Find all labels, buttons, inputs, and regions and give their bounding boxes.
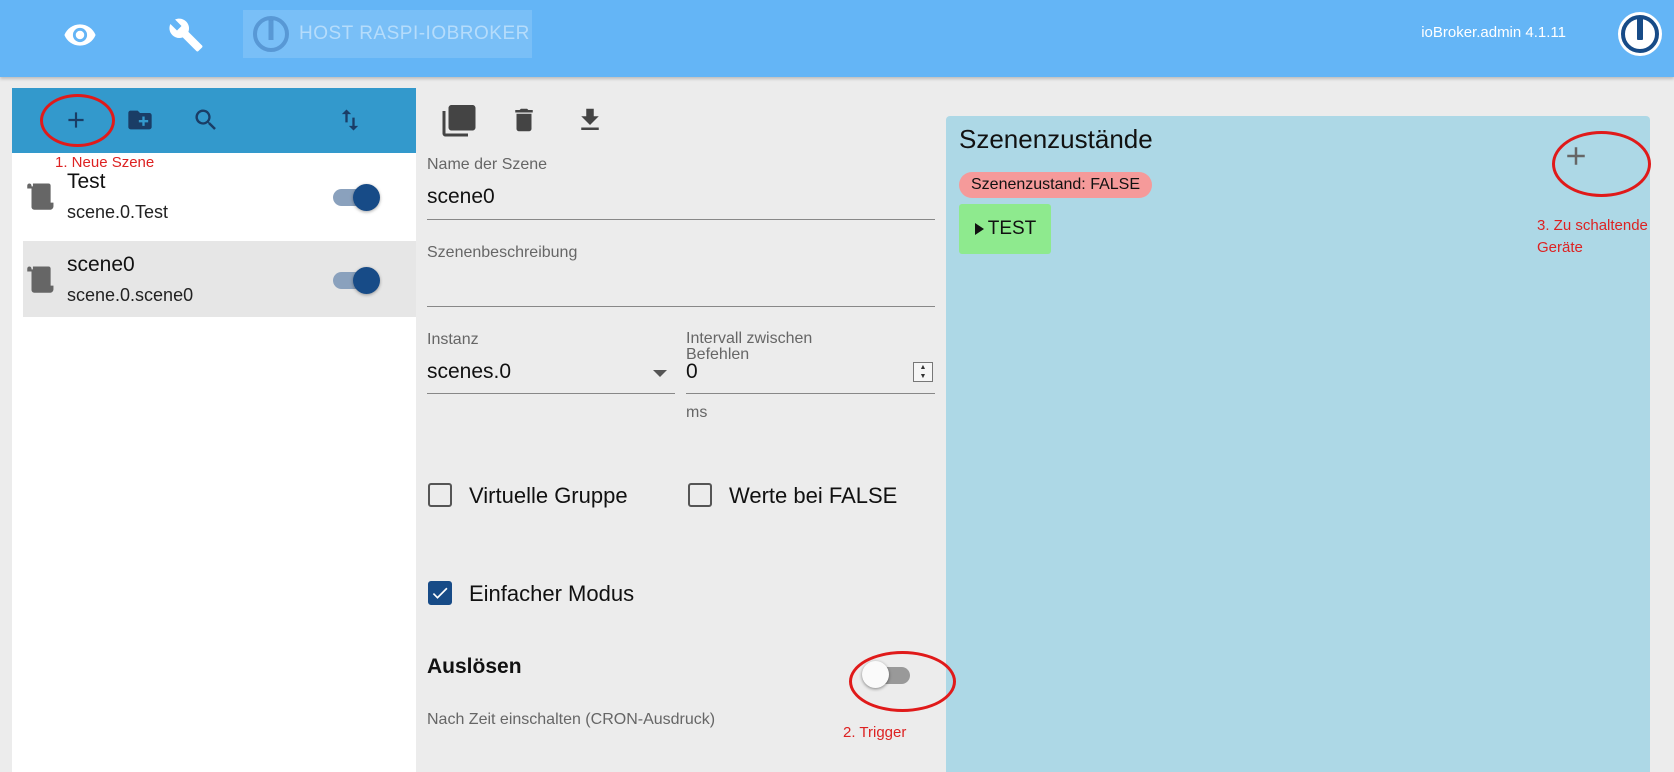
eye-icon[interactable] <box>57 12 103 58</box>
simple-mode-checkbox[interactable] <box>428 581 452 605</box>
interval-label: Intervall zwischen Befehlen <box>686 330 813 363</box>
scene-id: scene.0.scene0 <box>67 285 194 305</box>
instance-select[interactable]: scenes.0 <box>427 360 511 384</box>
delete-scene-button[interactable] <box>504 100 544 140</box>
iobroker-logo-icon <box>253 16 289 52</box>
trigger-heading: Auslösen <box>427 655 522 678</box>
values-on-false-label: Werte bei FALSE <box>729 483 898 508</box>
instance-underline <box>427 393 675 394</box>
scene-list-panel: Test scene.0.Test scene0 scene.0.scene0 <box>12 88 416 772</box>
simple-mode-label: Einfacher Modus <box>469 581 635 606</box>
plus-icon <box>1567 147 1585 165</box>
scene-name-input[interactable]: scene0 <box>427 185 495 209</box>
scene-id: scene.0.Test <box>67 202 169 222</box>
scene-name-underline <box>427 219 935 220</box>
checkmark-icon <box>432 587 448 599</box>
play-icon <box>974 223 984 235</box>
chevron-down-icon[interactable] <box>650 366 670 380</box>
interval-unit: ms <box>686 404 708 421</box>
scene-list-toolbar <box>12 88 416 153</box>
cron-label: Nach Zeit einschalten (CRON-Ausdruck) <box>427 711 716 728</box>
annotation-trigger: 2. Trigger <box>843 724 907 741</box>
iobroker-logo-icon <box>1618 12 1662 56</box>
interval-underline <box>686 393 935 394</box>
scene-name: Test <box>67 170 106 193</box>
wrench-icon[interactable] <box>163 12 209 58</box>
folder-plus-icon <box>128 110 152 130</box>
scene-enabled-toggle[interactable] <box>331 180 383 212</box>
virtual-group-label: Virtuelle Gruppe <box>469 483 628 508</box>
scene-description-label: Szenenbeschreibung <box>427 244 578 261</box>
download-icon <box>581 108 599 130</box>
scene-state-chip: Szenenzustand: FALSE <box>959 172 1152 198</box>
annotation-devices-2: Geräte <box>1537 239 1583 256</box>
export-scene-button[interactable] <box>570 100 610 140</box>
top-app-bar: HOST RASPI-IOBROKER ioBroker.admin 4.1.1… <box>0 0 1674 77</box>
trash-icon <box>515 108 533 132</box>
annotation-new-scene: 1. Neue Szene <box>55 154 155 171</box>
sort-button[interactable] <box>330 100 370 140</box>
host-label: HOST RASPI-IOBROKER <box>299 23 530 44</box>
scroll-icon <box>27 183 54 210</box>
add-folder-button[interactable] <box>120 100 160 140</box>
scene-states-title: Szenenzustände <box>959 124 1153 154</box>
search-button[interactable] <box>186 100 226 140</box>
scene-name: scene0 <box>67 253 135 276</box>
add-device-button[interactable] <box>1556 136 1596 176</box>
test-scene-button[interactable]: TEST <box>959 204 1051 254</box>
instance-label: Instanz <box>427 331 479 348</box>
host-selector[interactable]: HOST RASPI-IOBROKER <box>243 10 532 58</box>
sort-icon <box>341 109 359 131</box>
annotation-devices-1: 3. Zu schaltende <box>1537 217 1648 234</box>
scene-enabled-toggle[interactable] <box>331 263 383 295</box>
test-button-label: TEST <box>987 218 1037 239</box>
search-icon <box>195 109 216 130</box>
interval-input[interactable]: 0 <box>686 360 698 384</box>
values-on-false-checkbox[interactable] <box>688 483 712 507</box>
scene-name-label: Name der Szene <box>427 156 548 173</box>
add-scene-button[interactable] <box>56 100 96 140</box>
scene-states-panel: Szenenzustände Szenenzustand: FALSE TEST <box>946 116 1650 772</box>
copy-scene-button[interactable] <box>439 100 479 140</box>
interval-stepper[interactable]: ▲ ▼ <box>913 362 933 382</box>
virtual-group-checkbox[interactable] <box>428 483 452 507</box>
scene-list-item[interactable]: scene0 scene.0.scene0 <box>23 241 416 317</box>
scroll-icon <box>27 266 54 293</box>
copy-icon <box>442 105 476 137</box>
scene-description-underline <box>427 306 935 307</box>
plus-icon <box>68 112 84 128</box>
cron-trigger-toggle[interactable] <box>862 660 918 690</box>
admin-version: ioBroker.admin 4.1.11 <box>1421 24 1566 41</box>
